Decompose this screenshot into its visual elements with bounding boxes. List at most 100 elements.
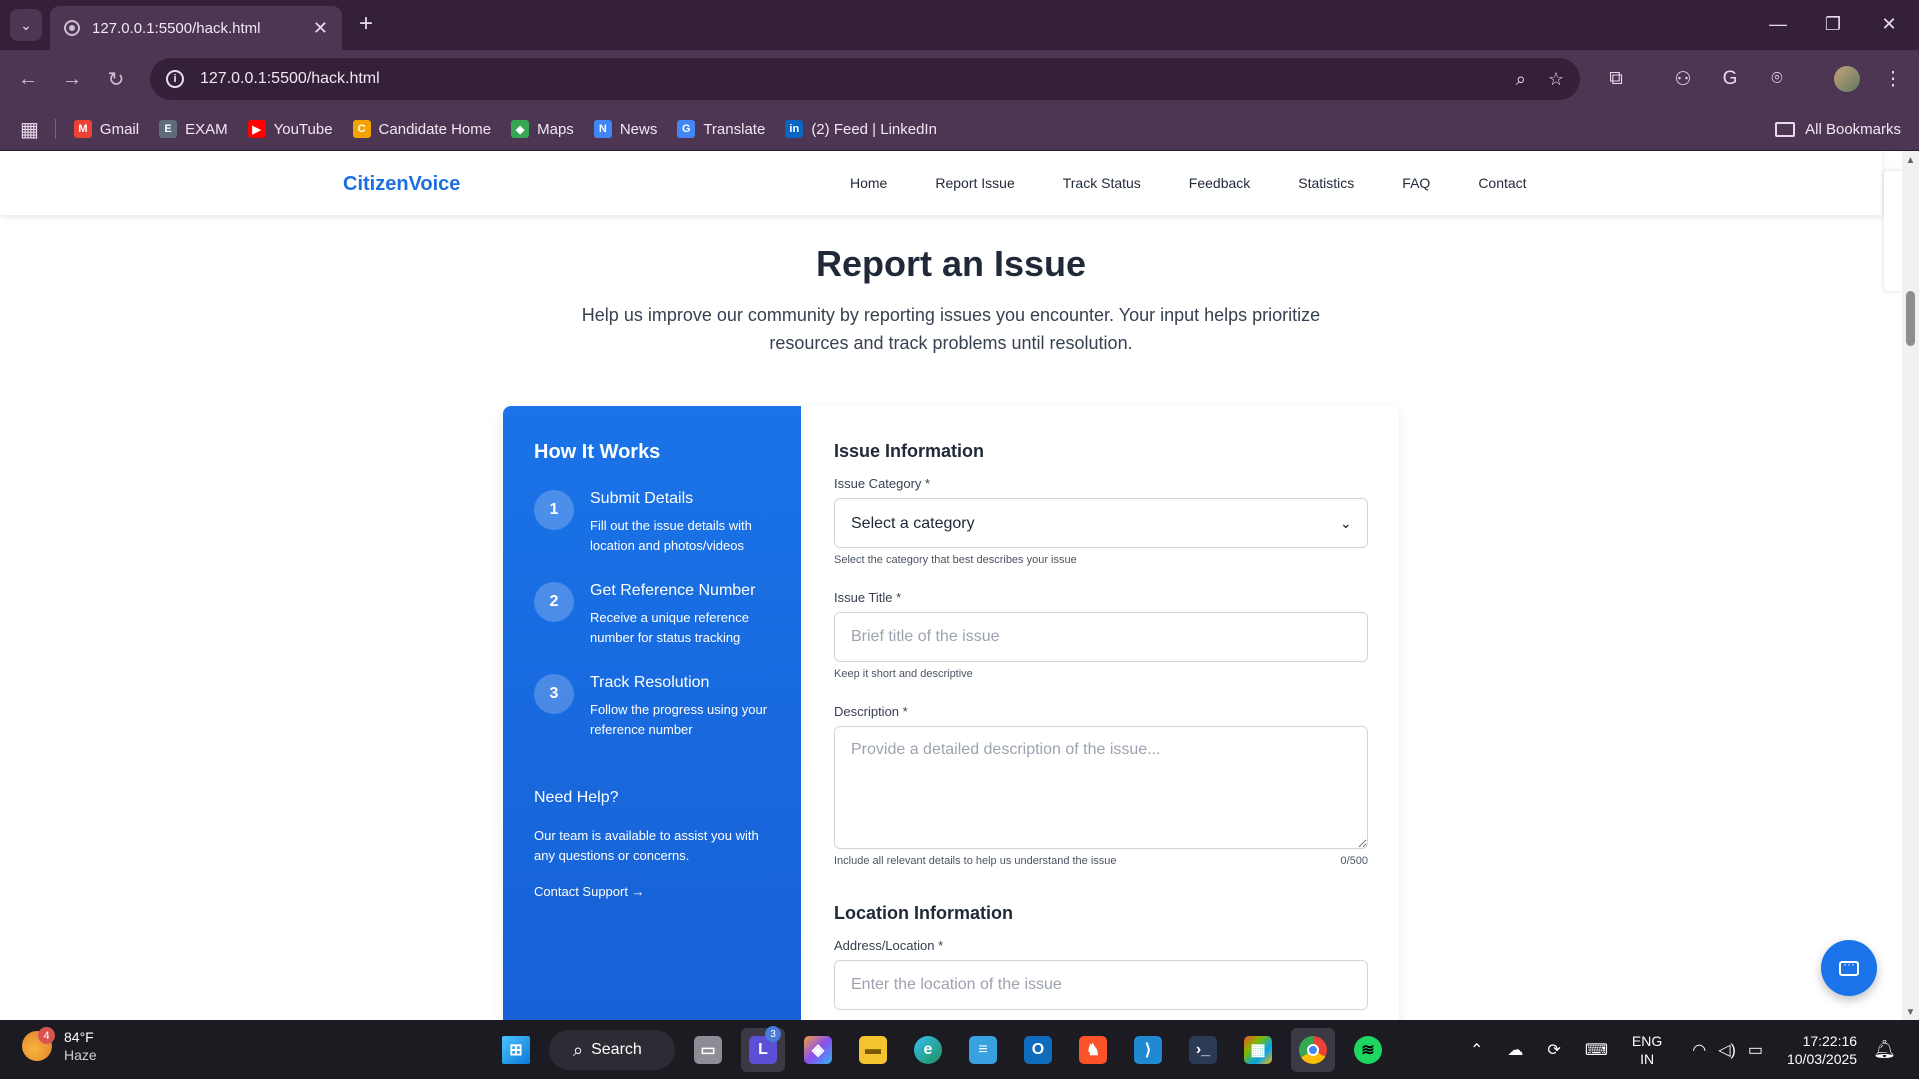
menu-kebab-icon[interactable]: ⋮ (1880, 66, 1906, 92)
weather-widget[interactable]: 4 84°F Haze (22, 1027, 97, 1064)
bookmark-translate[interactable]: G Translate (677, 120, 765, 138)
apps-grid-icon[interactable]: ▦ (20, 117, 39, 142)
bookmark-maps[interactable]: ◆ Maps (511, 120, 574, 138)
bookmark-label: Maps (537, 120, 574, 138)
scroll-down-arrow-icon[interactable]: ▼ (1902, 1007, 1919, 1018)
nav-contact[interactable]: Contact (1478, 175, 1526, 191)
translate-page-icon[interactable]: G (1717, 66, 1743, 92)
nav-home[interactable]: Home (850, 175, 887, 191)
site-nav-links: Home Report Issue Track Status Feedback … (850, 151, 1527, 215)
address-bar[interactable]: i 127.0.0.1:5500/hack.html ⌕ ☆ (150, 58, 1580, 100)
taskbar-search[interactable]: ⌕ Search (549, 1030, 675, 1070)
forward-arrow-icon[interactable]: → (56, 63, 88, 95)
tab-title: 127.0.0.1:5500/hack.html (92, 19, 261, 37)
file-explorer-icon[interactable]: ▬ (851, 1028, 895, 1072)
brave-icon[interactable]: ♞ (1071, 1028, 1115, 1072)
nav-faq[interactable]: FAQ (1402, 175, 1430, 191)
edge-icon[interactable]: e (906, 1028, 950, 1072)
keyboard-icon[interactable]: ⌨ (1585, 1040, 1608, 1060)
site-info-icon[interactable]: i (166, 70, 184, 88)
app-l-icon[interactable]: L 3 (741, 1026, 785, 1072)
clock-time: 17:22:16 (1802, 1032, 1858, 1049)
all-bookmarks-button[interactable]: All Bookmarks (1775, 121, 1901, 138)
step-title: Track Resolution (590, 674, 710, 691)
back-arrow-icon[interactable]: ← (12, 63, 44, 95)
bookmarks-bar: ▦ M Gmail E EXAM ▶ YouTube C Candidate H… (0, 108, 1919, 151)
nav-feedback[interactable]: Feedback (1189, 175, 1250, 191)
issue-information-heading: Issue Information (834, 441, 985, 461)
bookmark-candidate-home[interactable]: C Candidate Home (352, 120, 492, 138)
nav-track-status[interactable]: Track Status (1063, 175, 1141, 191)
reload-icon[interactable]: ↻ (100, 63, 132, 95)
bookmark-star-icon[interactable]: ☆ (1548, 69, 1564, 90)
nav-statistics[interactable]: Statistics (1298, 175, 1354, 191)
copilot-icon[interactable]: ◈ (796, 1028, 840, 1072)
app-notification-badge: 3 (765, 1026, 781, 1042)
spotify-icon[interactable]: ≋ (1346, 1028, 1390, 1072)
battery-icon[interactable]: ▭ (1748, 1040, 1763, 1060)
step-description: Receive a unique reference number for st… (590, 610, 749, 645)
search-icon: ⌕ (573, 1039, 584, 1060)
description-textarea[interactable] (834, 726, 1368, 849)
outlook-icon[interactable]: O (1016, 1028, 1060, 1072)
side-panel-tab[interactable] (1884, 171, 1902, 291)
youtube-icon: ▶ (247, 120, 266, 138)
zoom-search-icon[interactable]: ⌕ (1516, 69, 1526, 90)
notepad-icon[interactable]: ≡ (961, 1028, 1005, 1072)
need-help-text: Our team is available to assist you with… (534, 828, 759, 863)
volume-icon[interactable]: ◁) (1718, 1040, 1736, 1060)
language-indicator[interactable]: ENG IN (1632, 1032, 1662, 1068)
sync-icon[interactable]: ⟳ (1547, 1040, 1560, 1060)
screenshot-icon[interactable]: ⌾ (1764, 66, 1790, 92)
profile-avatar[interactable] (1834, 66, 1860, 92)
vscode-icon[interactable]: ⟩ (1126, 1028, 1170, 1072)
microsoft-store-icon[interactable]: ▦ (1236, 1028, 1280, 1072)
bookmark-youtube[interactable]: ▶ YouTube (247, 120, 333, 138)
scrollbar[interactable]: ▲ ▼ (1902, 151, 1919, 1020)
bookmark-label: YouTube (273, 120, 333, 138)
notification-bell-icon[interactable]: 🔔︎ (1873, 1039, 1896, 1060)
contact-support-link[interactable]: Contact Support → (534, 884, 645, 899)
onedrive-cloud-icon[interactable]: ☁ (1507, 1040, 1523, 1060)
minimize-icon[interactable]: — (1755, 8, 1801, 40)
bookmark-news[interactable]: N News (593, 120, 657, 138)
scroll-up-arrow-icon[interactable]: ▲ (1902, 155, 1919, 166)
system-clock[interactable]: 17:22:16 10/03/2025 (1787, 1032, 1857, 1068)
address-label: Address/Location * (834, 938, 944, 953)
tab-close-icon[interactable]: ✕ (313, 18, 328, 39)
chrome-icon[interactable] (1291, 1028, 1335, 1072)
page-favicon-icon (64, 20, 80, 36)
browser-toolbar: ← → ↻ i 127.0.0.1:5500/hack.html ⌕ ☆ ⧉ ⚇… (0, 50, 1919, 108)
site-logo[interactable]: CitizenVoice (343, 173, 460, 196)
windows-start-icon[interactable]: ⊞ (494, 1028, 538, 1072)
issue-title-label: Issue Title * (834, 590, 902, 605)
bookmark-linkedin[interactable]: in (2) Feed | LinkedIn (785, 120, 937, 138)
bookmark-exam[interactable]: E EXAM (159, 120, 228, 138)
new-tab-plus-icon[interactable]: + (352, 10, 380, 38)
url-text[interactable]: 127.0.0.1:5500/hack.html (200, 70, 1494, 88)
gmail-icon: M (73, 120, 92, 138)
close-window-icon[interactable]: ✕ (1866, 8, 1912, 40)
bookmark-label: Candidate Home (378, 120, 492, 138)
chat-button[interactable] (1821, 940, 1877, 996)
bookmark-gmail[interactable]: M Gmail (73, 120, 139, 138)
step-number: 3 (534, 674, 574, 714)
step-number: 2 (534, 582, 574, 622)
description-char-counter: 0/500 (1340, 855, 1368, 867)
terminal-icon[interactable]: ›_ (1181, 1028, 1225, 1072)
issue-title-input[interactable] (834, 612, 1368, 662)
tray-chevron-up-icon[interactable]: ⌃ (1470, 1040, 1483, 1060)
location-information-heading: Location Information (834, 903, 1013, 923)
issue-category-select[interactable]: Select a category (834, 498, 1368, 548)
nav-report-issue[interactable]: Report Issue (935, 175, 1014, 191)
address-input[interactable] (834, 960, 1368, 1010)
task-view-icon[interactable]: ▭ (686, 1028, 730, 1072)
scrollbar-thumb[interactable] (1906, 291, 1915, 346)
incognito-icon[interactable]: ⚇ (1670, 66, 1696, 92)
restore-icon[interactable]: ❐ (1810, 8, 1856, 40)
page-subtitle: Help us improve our community by reporti… (581, 305, 1321, 353)
wifi-icon[interactable]: ◠ (1692, 1040, 1706, 1060)
extensions-icon[interactable]: ⧉ (1603, 66, 1629, 92)
tab-list-chevron-icon[interactable]: ⌄ (10, 9, 42, 41)
browser-tab[interactable]: 127.0.0.1:5500/hack.html ✕ (50, 6, 342, 50)
